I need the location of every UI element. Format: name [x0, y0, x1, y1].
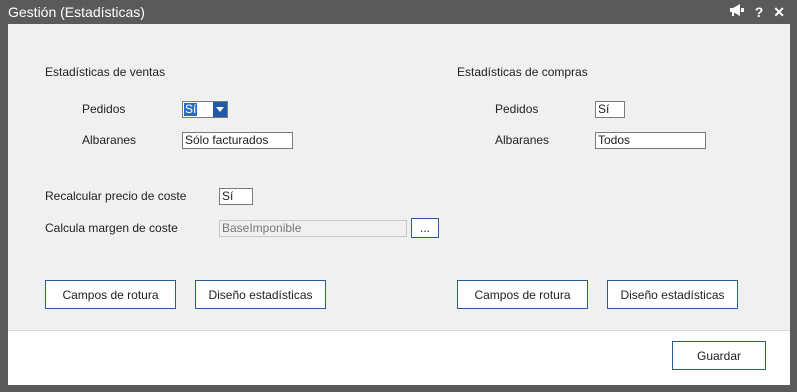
purchases-design-button[interactable]: Diseño estadísticas	[607, 280, 738, 309]
cost-margin-field: BaseImponible	[219, 220, 407, 237]
close-icon[interactable]: ✕	[773, 3, 785, 21]
sales-pedidos-value: Sí	[184, 102, 198, 116]
window-title: Gestión (Estadísticas)	[8, 4, 145, 20]
purchases-pedidos-label: Pedidos	[495, 102, 539, 116]
megaphone-icon[interactable]	[729, 3, 745, 21]
sales-pedidos-select[interactable]: Sí	[182, 101, 228, 118]
sales-heading: Estadísticas de ventas	[45, 65, 166, 79]
title-bar: Gestión (Estadísticas) ? ✕	[0, 0, 797, 24]
dialog-footer: Guardar	[8, 330, 790, 385]
purchases-heading: Estadísticas de compras	[457, 65, 588, 79]
dialog-window: Gestión (Estadísticas) ? ✕ Estadísticas …	[0, 0, 797, 392]
sales-pedidos-label: Pedidos	[82, 102, 126, 116]
save-button[interactable]: Guardar	[672, 341, 766, 370]
recalc-cost-label: Recalcular precio de coste	[45, 189, 187, 203]
sales-albaranes-field[interactable]: Sólo facturados	[182, 132, 293, 149]
sales-albaranes-label: Albaranes	[82, 133, 137, 147]
purchases-break-fields-button[interactable]: Campos de rotura	[457, 280, 588, 309]
purchases-pedidos-field[interactable]: Sí	[595, 101, 625, 118]
help-icon[interactable]: ?	[755, 3, 764, 21]
chevron-down-icon[interactable]	[213, 102, 227, 117]
purchases-albaranes-field[interactable]: Todos	[595, 132, 706, 149]
cost-margin-label: Calcula margen de coste	[45, 221, 178, 235]
recalc-cost-field[interactable]: Sí	[219, 188, 253, 205]
purchases-albaranes-label: Albaranes	[495, 133, 550, 147]
sales-break-fields-button[interactable]: Campos de rotura	[45, 280, 176, 309]
form-body: Estadísticas de ventas Pedidos Sí Albara…	[8, 24, 790, 330]
sales-design-button[interactable]: Diseño estadísticas	[195, 280, 326, 309]
browse-button[interactable]: ...	[411, 218, 439, 238]
